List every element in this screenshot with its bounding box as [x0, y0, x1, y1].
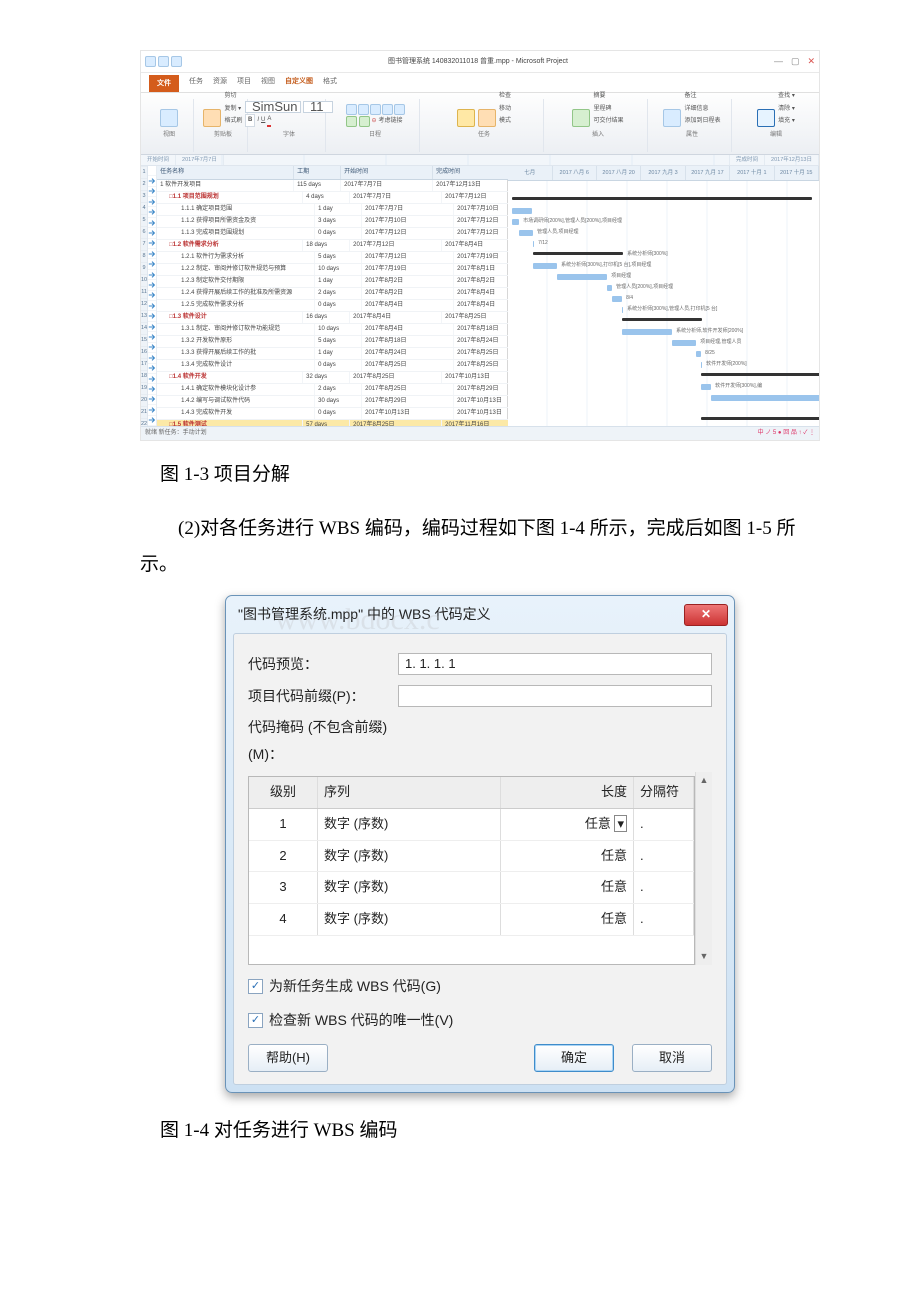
help-button[interactable]: 帮助(H) [248, 1044, 328, 1072]
indent-left-icon[interactable] [346, 104, 357, 115]
tab-custom[interactable]: 自定义图 [285, 75, 313, 92]
italic-button[interactable]: I [257, 115, 259, 126]
bold-button[interactable]: B [245, 114, 255, 127]
dialog-close-button[interactable]: ✕ [684, 604, 728, 626]
tab-task[interactable]: 任务 [189, 75, 203, 92]
prefix-label: 项目代码前缀(P)： [248, 683, 398, 710]
gantt-view-icon[interactable] [160, 109, 178, 127]
dialog-title: "图书管理系统.mpp" 中的 WBS 代码定义 [238, 601, 491, 628]
info-icon[interactable] [663, 109, 681, 127]
mask-row[interactable]: 3 数字 (序数) 任意 . [249, 872, 694, 904]
prefix-input[interactable] [398, 685, 712, 707]
link-icon[interactable] [346, 116, 357, 127]
manual-schedule-icon[interactable] [457, 109, 475, 127]
window-titlebar: 图书管理系统 140832011018 曾重.mpp - Microsoft P… [141, 51, 819, 73]
mask-row[interactable]: 2 数字 (序数) 任意 . [249, 841, 694, 873]
mask-table[interactable]: 级别 序列 长度 分隔符 1 数字 (序数) 任意 ▾ . 2 数字 (序数) … [248, 776, 695, 964]
tab-resource[interactable]: 资源 [213, 75, 227, 92]
table-scrollbar[interactable]: ▲▼ [695, 772, 712, 964]
font-name-input[interactable]: SimSun [245, 101, 301, 113]
font-color-icon[interactable]: A [267, 114, 271, 127]
paragraph-2: (2)对各任务进行 WBS 编码，编码过程如下图 1-4 所示，完成后如图 1-… [140, 511, 820, 583]
group-view: 视图 [145, 99, 194, 151]
tab-format[interactable]: 格式 [323, 75, 337, 92]
mask-row[interactable]: 1 数字 (序数) 任意 ▾ . [249, 809, 694, 841]
window-title: 图书管理系统 140832011018 曾重.mpp - Microsoft P… [186, 55, 770, 68]
cancel-button[interactable]: 取消 [632, 1044, 712, 1072]
checkbox-unique[interactable]: ✓检查新 WBS 代码的唯一性(V) [248, 1007, 712, 1034]
mask-row[interactable]: 4 数字 (序数) 任意 . [249, 904, 694, 936]
status-bar: 就绪 新任务：手动计划 中 ノ 5 ● 回 品 ↑ ✓ ⋮ [141, 426, 819, 440]
timeline-strip: 开始时间2017年7月7日 完成时间2017年12月13日 [141, 155, 819, 166]
mask-label: 代码掩码 (不包含前缀) (M)： [248, 714, 398, 767]
tab-file[interactable]: 文件 [149, 75, 179, 92]
tray-icons: 中 ノ 5 ● 回 品 ↑ ✓ ⋮ [758, 428, 815, 439]
underline-button[interactable]: U [261, 115, 265, 126]
insert-task-icon[interactable] [572, 109, 590, 127]
project-screenshot: 图书管理系统 140832011018 曾重.mpp - Microsoft P… [140, 50, 820, 441]
group-task: 检查 移动 模式 任务 [425, 99, 544, 151]
caption-1: 图 1-3 项目分解 [160, 457, 820, 493]
group-schedule: ⊖考虑链接 日程 [331, 99, 420, 151]
wbs-dialog: "图书管理系统.mpp" 中的 WBS 代码定义 ✕ 代码预览： 1. 1. 1… [225, 595, 735, 1093]
paste-icon[interactable] [203, 109, 221, 127]
close-button[interactable]: ✕ [807, 53, 815, 70]
group-edit: 查找 ▾ 清除 ▾ 填充 ▾ 编辑 [737, 99, 815, 151]
task-grid: 123456789101112131415161718192021222324 … [141, 166, 819, 426]
ribbon: 视图 剪切 复制 ▾ 格式刷 剪贴板 SimSun11 BIUA 字体 [141, 93, 819, 154]
maximize-button[interactable]: ▢ [791, 53, 800, 70]
caption-2: 图 1-4 对任务进行 WBS 编码 [160, 1113, 820, 1149]
checkbox-generate[interactable]: ✓为新任务生成 WBS 代码(G) [248, 973, 712, 1000]
minimize-button[interactable]: — [774, 53, 783, 70]
preview-label: 代码预览： [248, 651, 398, 678]
gantt-chart[interactable]: 七月2017 八月 62017 八月 202017 九月 32017 九月 17… [508, 166, 819, 426]
group-props: 备注 详细信息 添加到日程表 属性 [653, 99, 732, 151]
save-icon[interactable] [145, 56, 156, 67]
auto-schedule-icon[interactable] [478, 109, 496, 127]
font-size-input[interactable]: 11 [303, 101, 333, 113]
group-clipboard: 剪切 复制 ▾ 格式刷 剪贴板 [199, 99, 248, 151]
scroll-to-task-icon[interactable] [757, 109, 775, 127]
tab-view[interactable]: 视图 [261, 75, 275, 92]
preview-value: 1. 1. 1. 1 [398, 653, 712, 675]
ok-button[interactable]: 确定 [534, 1044, 614, 1072]
undo-icon[interactable] [158, 56, 169, 67]
redo-icon[interactable] [171, 56, 182, 67]
tab-project[interactable]: 项目 [237, 75, 251, 92]
group-insert: 摘要 里程碑 可交付结果 插入 [549, 99, 648, 151]
group-font: SimSun11 BIUA 字体 [253, 99, 326, 151]
